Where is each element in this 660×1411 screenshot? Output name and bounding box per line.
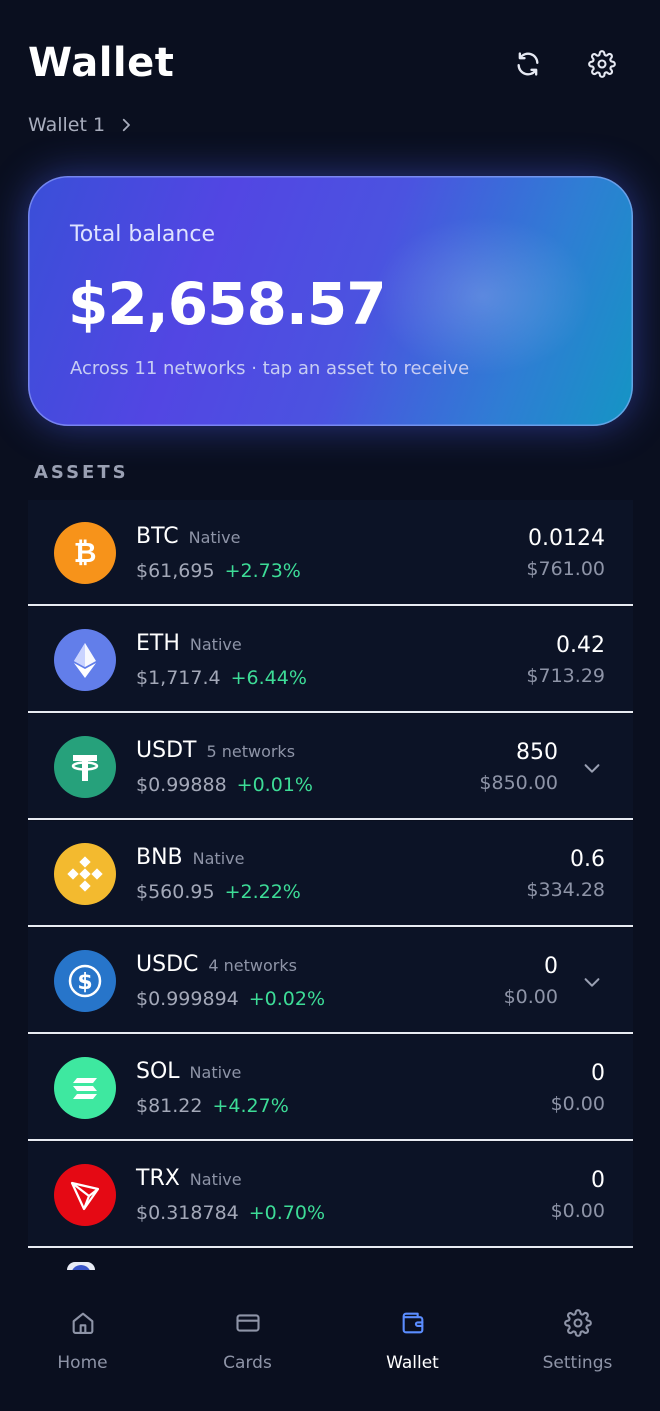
asset-amount: 0.42 bbox=[556, 633, 605, 658]
asset-value: $0.00 bbox=[550, 1200, 605, 1222]
usdc-icon: $ bbox=[54, 950, 116, 1012]
asset-price: $61,695 +2.73% bbox=[136, 560, 301, 582]
asset-tag: Native bbox=[189, 1063, 242, 1082]
home-icon bbox=[72, 1312, 93, 1334]
balance-subtitle: Across 11 networks · tap an asset to rec… bbox=[70, 358, 470, 379]
balance-label: Total balance bbox=[70, 222, 215, 247]
ethereum-icon bbox=[54, 629, 116, 691]
asset-tag: Native bbox=[189, 1170, 242, 1189]
asset-value: $713.29 bbox=[526, 665, 605, 687]
asset-value: $850.00 bbox=[479, 772, 558, 794]
asset-amount: 0.6 bbox=[570, 847, 605, 872]
asset-symbol: SOL Native bbox=[136, 1059, 242, 1084]
svg-text:₿: ₿ bbox=[74, 536, 97, 569]
nav-label: Settings bbox=[542, 1353, 613, 1373]
solana-icon bbox=[54, 1057, 116, 1119]
asset-value: $761.00 bbox=[526, 558, 605, 580]
asset-row-sol[interactable]: SOL Native $81.22 +4.27% 0 $0.00 bbox=[28, 1035, 633, 1141]
asset-symbol: BTC Native bbox=[136, 524, 241, 549]
wallet-screen: Wallet Wallet 1 Total balance $2,658.57 … bbox=[0, 0, 660, 1411]
asset-symbol: BNB Native bbox=[136, 845, 245, 870]
chevron-down-icon[interactable] bbox=[581, 971, 603, 993]
partial-asset-icon bbox=[67, 1262, 95, 1270]
asset-price: $0.318784 +0.70% bbox=[136, 1202, 326, 1224]
asset-row-usdc[interactable]: $ USDC 4 networks $0.999894 +0.02% 0 $0.00 bbox=[28, 928, 633, 1034]
chevron-right-icon bbox=[122, 118, 130, 132]
refresh-button[interactable] bbox=[508, 44, 548, 84]
asset-value: $0.00 bbox=[503, 986, 558, 1008]
asset-row-eth[interactable]: ETH Native $1,717.4 +6.44% 0.42 $713.29 bbox=[28, 607, 633, 713]
asset-price: $81.22 +4.27% bbox=[136, 1095, 289, 1117]
asset-price: $0.99888 +0.01% bbox=[136, 774, 313, 796]
balance-card: Total balance $2,658.57 Across 11 networ… bbox=[28, 176, 633, 426]
refresh-icon bbox=[517, 52, 539, 76]
asset-change: +0.70% bbox=[248, 1202, 326, 1224]
chevron-down-icon[interactable] bbox=[581, 757, 603, 779]
bitcoin-icon: ₿ bbox=[54, 522, 116, 584]
nav-label: Cards bbox=[223, 1353, 272, 1373]
asset-symbol: ETH Native bbox=[136, 631, 242, 656]
page-title: Wallet bbox=[28, 40, 175, 86]
wallet-selector[interactable]: Wallet 1 bbox=[28, 114, 135, 136]
asset-change: +0.01% bbox=[236, 774, 313, 796]
asset-amount: 850 bbox=[516, 740, 558, 765]
nav-item-wallet[interactable]: Wallet bbox=[330, 1275, 495, 1411]
asset-price: $0.999894 +0.02% bbox=[136, 988, 326, 1010]
wallet-icon bbox=[402, 1312, 423, 1334]
card-icon bbox=[235, 1314, 260, 1332]
asset-change: +6.44% bbox=[230, 667, 307, 689]
tether-icon bbox=[54, 736, 116, 798]
asset-value: $334.28 bbox=[526, 879, 605, 901]
nav-item-home[interactable]: Home bbox=[0, 1275, 165, 1411]
tron-icon bbox=[54, 1164, 116, 1226]
asset-amount: 0 bbox=[544, 954, 558, 979]
asset-symbol: USDT 5 networks bbox=[136, 738, 296, 763]
asset-row-usdt[interactable]: USDT 5 networks $0.99888 +0.01% 850 $850.0… bbox=[28, 714, 633, 820]
asset-symbol: USDC 4 networks bbox=[136, 952, 297, 977]
asset-symbol: TRX Native bbox=[136, 1166, 242, 1191]
assets-section-label: ASSETS bbox=[34, 462, 129, 483]
asset-amount: 0.0124 bbox=[528, 526, 605, 551]
asset-tag: Native bbox=[192, 849, 245, 868]
asset-row-bnb[interactable]: BNB Native $560.95 +2.22% 0.6 $334.28 bbox=[28, 821, 633, 927]
nav-item-cards[interactable]: Cards bbox=[165, 1275, 330, 1411]
asset-tag: 5 networks bbox=[206, 742, 296, 761]
wallet-name: Wallet 1 bbox=[28, 114, 106, 136]
svg-text:$: $ bbox=[77, 970, 92, 995]
asset-list[interactable]: ₿ BTC Native $61,695 +2.73% 0.0124 $761.00… bbox=[28, 500, 633, 1270]
asset-value: $0.00 bbox=[550, 1093, 605, 1115]
asset-tag: 4 networks bbox=[208, 956, 297, 975]
asset-price: $1,717.4 +6.44% bbox=[136, 667, 307, 689]
asset-tag: Native bbox=[189, 635, 242, 654]
settings-button[interactable] bbox=[582, 44, 622, 84]
asset-change: +4.27% bbox=[212, 1095, 289, 1117]
nav-label: Home bbox=[57, 1353, 108, 1373]
nav-label: Wallet bbox=[386, 1353, 439, 1373]
asset-row-btc[interactable]: ₿ BTC Native $61,695 +2.73% 0.0124 $761.00 bbox=[28, 500, 633, 606]
asset-amount: 0 bbox=[591, 1061, 605, 1086]
asset-tag: Native bbox=[188, 528, 241, 547]
asset-row-trx[interactable]: TRX Native $0.318784 +0.70% 0 $0.00 bbox=[28, 1142, 633, 1248]
asset-amount: 0 bbox=[591, 1168, 605, 1193]
bnb-icon bbox=[54, 843, 116, 905]
asset-price: $560.95 +2.22% bbox=[136, 881, 301, 903]
bottom-nav: Home Cards Wallet Settings bbox=[0, 1275, 660, 1411]
gear-icon bbox=[563, 1309, 592, 1337]
gear-icon bbox=[588, 50, 616, 78]
asset-change: +2.73% bbox=[224, 560, 301, 582]
nav-item-settings[interactable]: Settings bbox=[495, 1275, 660, 1411]
asset-change: +0.02% bbox=[248, 988, 326, 1010]
balance-amount: $2,658.57 bbox=[68, 270, 387, 338]
asset-change: +2.22% bbox=[224, 881, 301, 903]
